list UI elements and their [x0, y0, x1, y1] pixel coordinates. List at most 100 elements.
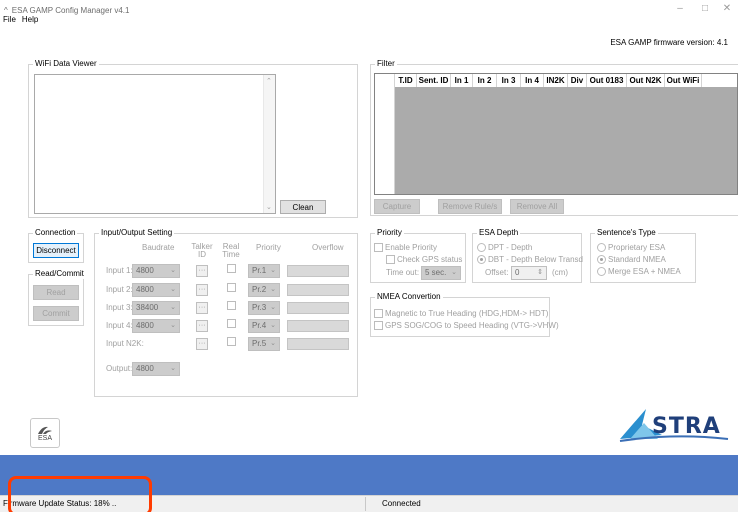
input1-realtime-checkbox[interactable] [227, 264, 236, 273]
menu-file[interactable]: File [3, 15, 16, 24]
mag-true-checkbox[interactable] [374, 309, 383, 318]
capture-button[interactable]: Capture [374, 199, 420, 214]
offset-value: 0 [515, 268, 520, 277]
filter-label: Filter [375, 59, 397, 69]
mag-true-label: Magnetic to True Heading (HDG,HDM-> HDT) [385, 309, 549, 318]
wifi-viewer-label: WiFi Data Viewer [33, 59, 99, 69]
remove-all-button[interactable]: Remove All [510, 199, 564, 214]
read-commit-label: Read/Commit [33, 269, 86, 279]
sentence-type-label: Sentence's Type [595, 228, 658, 238]
menu-help[interactable]: Help [22, 15, 38, 24]
chevron-down-icon: ⌄ [170, 365, 176, 372]
dbt-radio[interactable] [477, 255, 486, 264]
input2-baud-value: 4800 [136, 285, 154, 294]
firmware-version-label: ESA GAMP firmware version: 4.1 [610, 38, 728, 47]
input2-talker-button[interactable]: ··· [196, 284, 208, 296]
input1-label: Input 1: [106, 266, 133, 275]
enable-priority-checkbox[interactable] [374, 243, 383, 252]
col-in2k[interactable]: IN2K [544, 74, 568, 87]
chevron-down-icon: ⌄ [270, 286, 276, 293]
dpt-radio[interactable] [477, 243, 486, 252]
chevron-down-icon: ⌄ [270, 322, 276, 329]
merge-label: Merge ESA + NMEA [608, 267, 681, 276]
input3-overflow-bar [287, 302, 349, 314]
proprietary-radio[interactable] [597, 243, 606, 252]
gps-sog-checkbox[interactable] [374, 321, 383, 330]
chevron-down-icon: ⌄ [270, 304, 276, 311]
input4-baud-select[interactable]: 4800 ⌄ [132, 319, 180, 333]
read-button[interactable]: Read [33, 285, 79, 300]
offset-input[interactable]: 0 ⇕ [511, 266, 547, 280]
col-outn2k[interactable]: Out N2K [627, 74, 665, 87]
input4-talker-button[interactable]: ··· [196, 320, 208, 332]
chevron-down-icon: ⌄ [170, 286, 176, 293]
input4-priority-select[interactable]: Pr.4 ⌄ [248, 319, 280, 333]
col-out0183[interactable]: Out 0183 [587, 74, 627, 87]
spinner-icon[interactable]: ⇕ [537, 267, 543, 279]
remove-rules-button[interactable]: Remove Rule/s [438, 199, 502, 214]
minimize-button[interactable]: – [667, 2, 693, 16]
scroll-up-icon[interactable]: ⌃ [266, 77, 272, 85]
input1-talker-button[interactable]: ··· [196, 265, 208, 277]
connection-status-text: Connected [382, 499, 421, 508]
input1-priority-value: Pr.1 [252, 266, 267, 275]
filter-grid-header: T.ID Sent. ID In 1 In 2 In 3 In 4 IN2K D… [375, 74, 737, 87]
merge-radio[interactable] [597, 267, 606, 276]
col-tid[interactable]: T.ID [395, 74, 417, 87]
input3-baud-select[interactable]: 38400 ⌄ [132, 301, 180, 315]
status-divider [365, 497, 366, 511]
input1-baud-value: 4800 [136, 266, 154, 275]
input2-baud-select[interactable]: 4800 ⌄ [132, 283, 180, 297]
clean-button[interactable]: Clean [280, 200, 326, 214]
chevron-down-icon: ⌄ [270, 267, 276, 274]
input-n2k-realtime-checkbox[interactable] [227, 337, 236, 346]
menu-bar: File Help [3, 15, 38, 24]
col-sent-id[interactable]: Sent. ID [417, 74, 451, 87]
check-gps-checkbox[interactable] [386, 255, 395, 264]
input3-talker-button[interactable]: ··· [196, 302, 208, 314]
proprietary-label: Proprietary ESA [608, 243, 666, 252]
input1-baud-select[interactable]: 4800 ⌄ [132, 264, 180, 278]
col-in3[interactable]: In 3 [497, 74, 521, 87]
standard-label: Standard NMEA [608, 255, 666, 264]
disconnect-button[interactable]: Disconnect [33, 243, 79, 258]
scroll-down-icon[interactable]: ⌄ [266, 203, 272, 211]
col-outwifi[interactable]: Out WiFi [665, 74, 702, 87]
input3-realtime-checkbox[interactable] [227, 301, 236, 310]
input-n2k-priority-select[interactable]: Pr.5 ⌄ [248, 337, 280, 351]
col-in1[interactable]: In 1 [451, 74, 473, 87]
timeout-value: 5 sec. [425, 268, 447, 277]
output-baud-select[interactable]: 4800 ⌄ [132, 362, 180, 376]
filter-grid[interactable]: T.ID Sent. ID In 1 In 2 In 3 In 4 IN2K D… [374, 73, 738, 195]
commit-button[interactable]: Commit [33, 306, 79, 321]
output-label: Output: [106, 364, 133, 373]
input3-priority-select[interactable]: Pr.3 ⌄ [248, 301, 280, 315]
highlight-frame [8, 476, 152, 512]
input4-realtime-checkbox[interactable] [227, 319, 236, 328]
col-div[interactable]: Div [568, 74, 587, 87]
connection-label: Connection [33, 228, 78, 238]
col-in4[interactable]: In 4 [521, 74, 544, 87]
standard-radio[interactable] [597, 255, 606, 264]
header-real-time: Real Time [222, 242, 240, 259]
chevron-down-icon: ⌄ [170, 322, 176, 329]
header-overflow: Overflow [312, 243, 344, 252]
wifi-data-textarea[interactable]: ⌃ ⌄ [34, 74, 276, 214]
timeout-select[interactable]: 5 sec. ⌄ [421, 266, 461, 280]
input1-priority-select[interactable]: Pr.1 ⌄ [248, 264, 280, 278]
offset-unit: (cm) [552, 268, 568, 277]
grid-corner [375, 74, 395, 87]
input3-priority-value: Pr.3 [252, 303, 267, 312]
chevron-down-icon: ⌄ [170, 267, 176, 274]
input2-priority-select[interactable]: Pr.2 ⌄ [248, 283, 280, 297]
input-n2k-label: Input N2K: [106, 339, 144, 348]
wifi-data-scrollbar[interactable]: ⌃ ⌄ [263, 75, 275, 213]
col-in2[interactable]: In 2 [473, 74, 497, 87]
timeout-label: Time out: [386, 268, 420, 277]
close-button[interactable]: ✕ [714, 2, 738, 16]
row-header-column [375, 87, 395, 194]
esa-logo-icon [38, 426, 52, 434]
input-n2k-priority-value: Pr.5 [252, 339, 267, 348]
input2-realtime-checkbox[interactable] [227, 283, 236, 292]
input-n2k-talker-button[interactable]: ··· [196, 338, 208, 350]
